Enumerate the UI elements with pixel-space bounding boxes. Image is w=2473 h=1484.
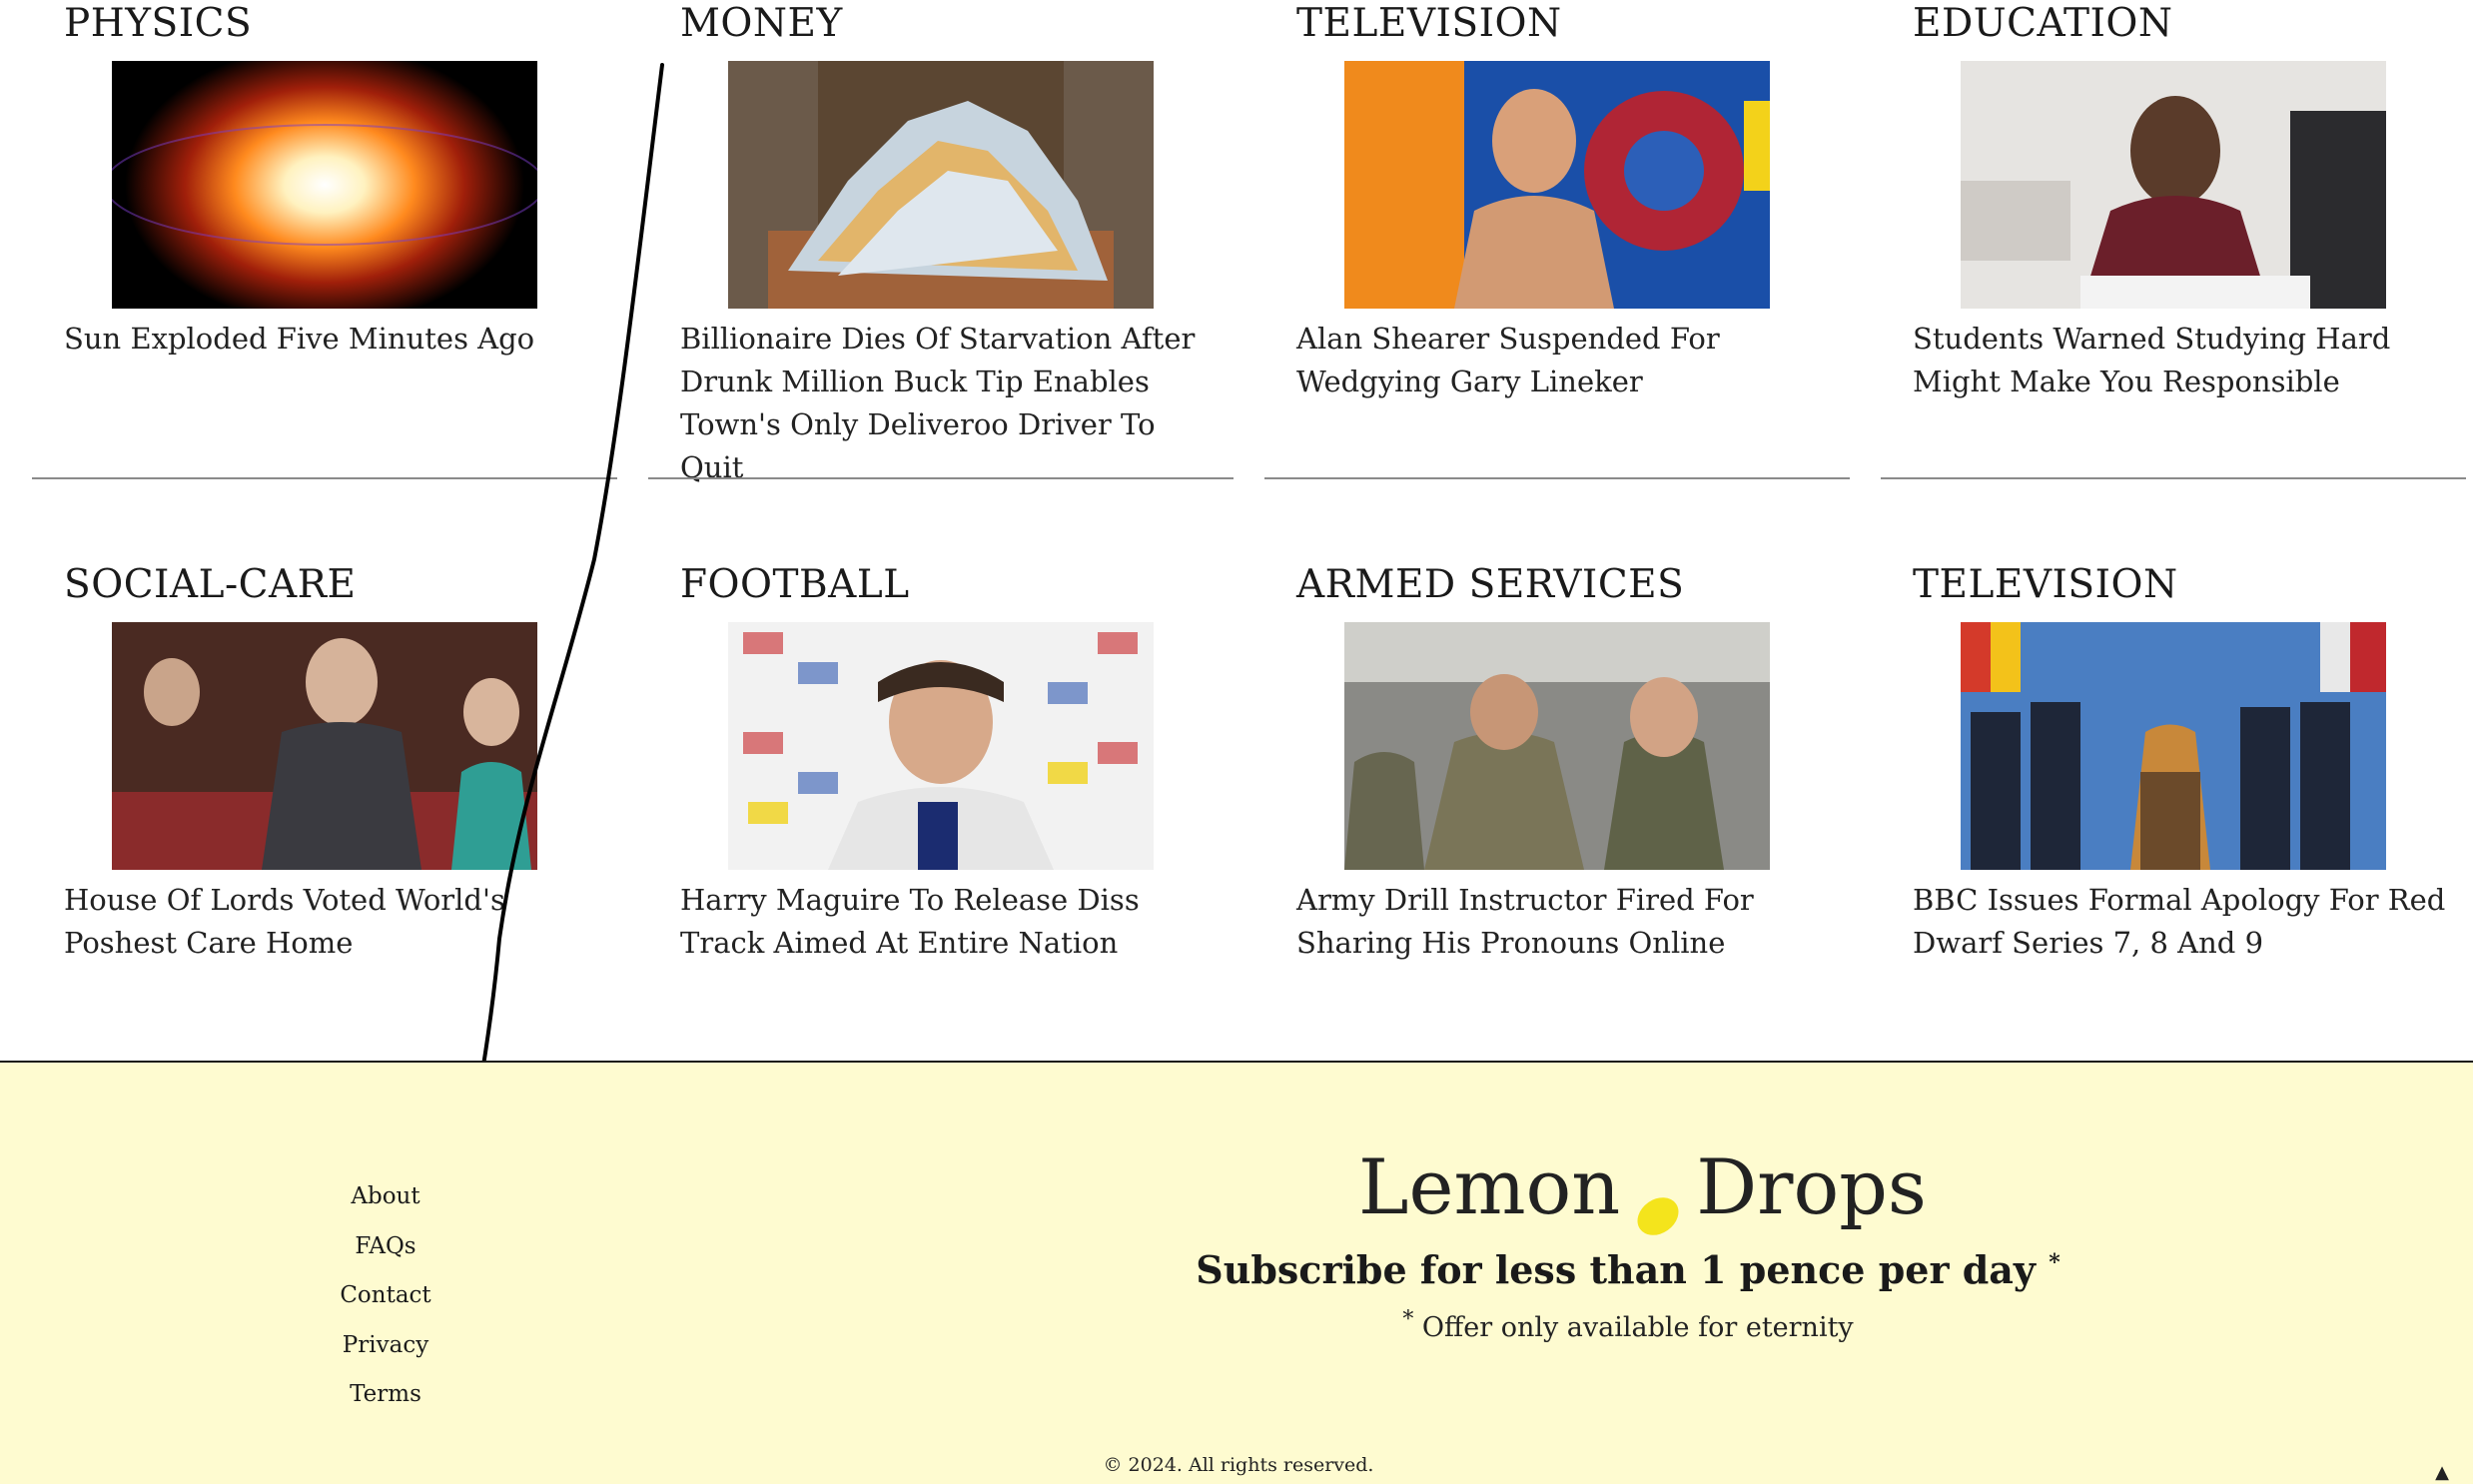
category-label[interactable]: PHYSICS (64, 0, 252, 48)
category-label[interactable]: FOOTBALL (680, 561, 910, 609)
article-headline[interactable]: Alan Shearer Suspended For Wedgying Gary… (1296, 318, 1836, 403)
divider (1881, 477, 2466, 479)
category-label[interactable]: MONEY (680, 0, 843, 48)
article-thumbnail[interactable] (112, 61, 537, 309)
arrow-up-icon[interactable]: ▲ (2435, 1462, 2449, 1483)
footer-link-privacy[interactable]: Privacy (286, 1321, 485, 1371)
article-headline[interactable]: Billionaire Dies Of Starvation After Dru… (680, 318, 1220, 489)
lemon-icon (1634, 1169, 1682, 1235)
article-headline[interactable]: Harry Maguire To Release Diss Track Aime… (680, 879, 1220, 965)
footer-link-contact[interactable]: Contact (286, 1271, 485, 1321)
copyright-notice: © 2024. All rights reserved. (1103, 1454, 1374, 1476)
article-thumbnail[interactable] (112, 622, 537, 870)
category-label[interactable]: TELEVISION (1296, 0, 1562, 48)
article-thumbnail[interactable] (728, 622, 1154, 870)
article-thumbnail[interactable] (1961, 622, 2386, 870)
subscribe-tagline: Subscribe for less than 1 pence per day … (1179, 1247, 2077, 1292)
category-label[interactable]: ARMED SERVICES (1296, 561, 1684, 609)
category-label[interactable]: SOCIAL-CARE (64, 561, 357, 609)
subscribe-text: Subscribe for less than 1 pence per day (1196, 1247, 2036, 1292)
offer-footnote: * Offer only available for eternity (1179, 1307, 2077, 1343)
divider (32, 477, 617, 479)
category-label[interactable]: TELEVISION (1913, 561, 2178, 609)
article-thumbnail[interactable] (728, 61, 1154, 309)
article-thumbnail[interactable] (1961, 61, 2386, 309)
article-headline[interactable]: House Of Lords Voted World's Poshest Car… (64, 879, 603, 965)
article-thumbnail[interactable] (1344, 61, 1770, 309)
footer-link-faqs[interactable]: FAQs (286, 1222, 485, 1272)
asterisk-marker: * (2049, 1249, 2061, 1276)
divider (1264, 477, 1850, 479)
article-headline[interactable]: Army Drill Instructor Fired For Sharing … (1296, 879, 1836, 965)
footer-link-terms[interactable]: Terms (286, 1370, 485, 1420)
site-footer: About FAQs Contact Privacy Terms Lemon Dr… (0, 1061, 2473, 1484)
divider (648, 477, 1234, 479)
brand-word-right: Drops (1696, 1142, 1927, 1231)
brand-logo: Lemon Drops (1358, 1142, 1927, 1235)
offer-text: Offer only available for eternity (1421, 1312, 1854, 1343)
article-thumbnail[interactable] (1344, 622, 1770, 870)
category-label[interactable]: EDUCATION (1913, 0, 2173, 48)
asterisk-marker: * (1402, 1307, 1414, 1332)
footer-nav: About FAQs Contact Privacy Terms (286, 1172, 485, 1420)
brand-word-left: Lemon (1358, 1142, 1621, 1231)
article-headline[interactable]: Sun Exploded Five Minutes Ago (64, 318, 603, 361)
article-headline[interactable]: BBC Issues Formal Apology For Red Dwarf … (1913, 879, 2452, 965)
article-headline[interactable]: Students Warned Studying Hard Might Make… (1913, 318, 2452, 403)
footer-link-about[interactable]: About (286, 1172, 485, 1222)
